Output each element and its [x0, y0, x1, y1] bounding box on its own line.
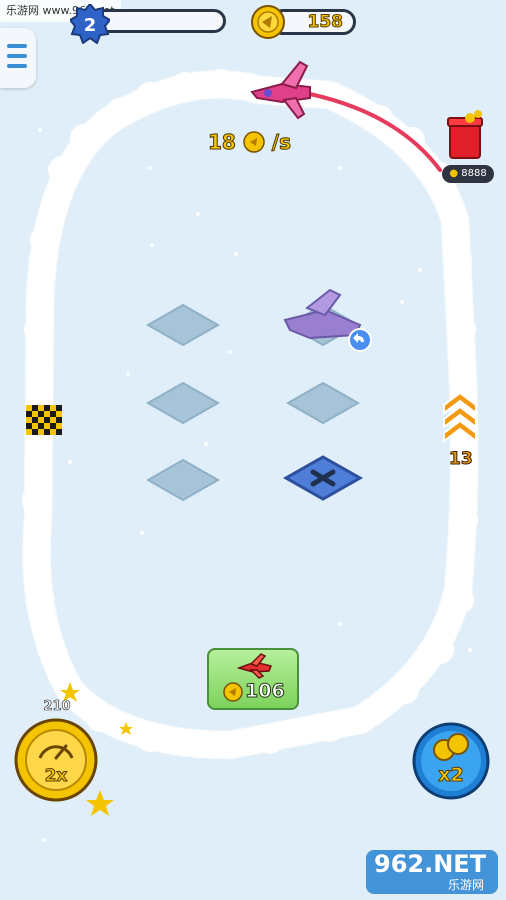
- income-rate: 18 /s: [208, 128, 292, 156]
- price-coin-icon: [223, 682, 243, 702]
- hamburger-icon: [7, 44, 27, 68]
- double-coins-button[interactable]: x2: [412, 722, 490, 800]
- site-logo-subtext: 乐游网: [448, 878, 485, 892]
- hangar-slot-locked: [282, 455, 364, 501]
- coin-icon: [251, 5, 285, 39]
- level-number: 2: [84, 15, 97, 36]
- boost-2x-button[interactable]: 2x: [14, 718, 98, 802]
- return-arrow-icon[interactable]: [348, 328, 372, 352]
- hangar-slot-3: [145, 381, 221, 425]
- double-coins-label: x2: [438, 764, 464, 787]
- coin-count: 158: [307, 12, 343, 33]
- red-plane-icon: [237, 653, 273, 679]
- menu-button[interactable]: [0, 28, 36, 88]
- cloud-track: [22, 70, 479, 759]
- site-logo: 962.NET 乐游网: [366, 850, 498, 894]
- buy-plane-button[interactable]: 106: [207, 648, 299, 710]
- speed-count: 13: [449, 449, 474, 470]
- site-logo-text: 962.NET: [374, 850, 487, 878]
- hangar-slot-1: [145, 303, 221, 347]
- hangar-slot-5: [145, 458, 221, 502]
- hangar-slot-4: [285, 381, 361, 425]
- boost-count: 210: [43, 699, 71, 715]
- level-badge: 2: [70, 4, 110, 44]
- boost-label: 2x: [44, 766, 68, 787]
- speed-button[interactable]: [440, 382, 482, 448]
- gift-reward-label: ● 8888: [442, 165, 494, 183]
- player-plane: [250, 60, 311, 120]
- buy-plane-price: 106: [245, 680, 286, 703]
- coin-stack-icon: [412, 722, 490, 800]
- income-coin-icon: [243, 131, 265, 153]
- checkered-flag-icon: [26, 405, 62, 435]
- income-unit: /s: [271, 130, 291, 155]
- xp-progress-bar: [94, 9, 226, 33]
- income-amount: 18: [208, 130, 237, 155]
- speedometer-icon: [14, 718, 98, 802]
- gift-reward-amount: 8888: [461, 168, 487, 179]
- gift-button[interactable]: [440, 108, 492, 166]
